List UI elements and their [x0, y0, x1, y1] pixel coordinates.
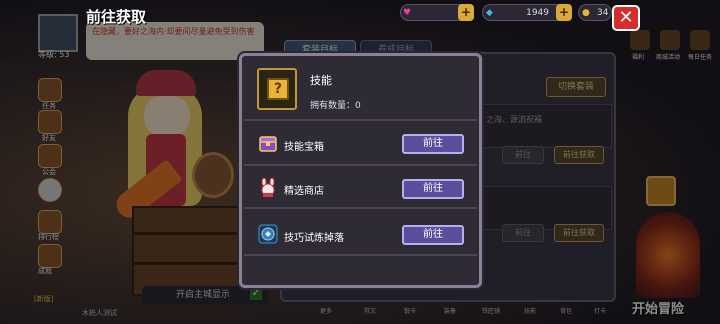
close-button[interactable]: ✕ [612, 5, 640, 31]
source-label-skill-trial: 技巧试炼掉落 [284, 233, 344, 244]
treasure-chest-icon [259, 136, 277, 152]
goto-select-shop-button[interactable]: 前往 [402, 179, 464, 199]
trial-orb-icon [258, 224, 278, 244]
gold-resource: ● 34 [578, 4, 612, 21]
skill-item-frame: ? [257, 68, 297, 110]
divider [244, 254, 477, 256]
diamond-resource: ◆ 1949 + [482, 4, 572, 21]
goto-skill-chest-button[interactable]: 前往 [402, 134, 464, 154]
goto-skill-trial-button[interactable]: 前往 [402, 225, 464, 245]
item-count: 拥有数量：0 [310, 101, 361, 111]
gold-coin-icon: ● [582, 8, 590, 18]
diamond-value: 1949 [526, 8, 549, 18]
rabbit-shop-icon [261, 178, 275, 197]
diamond-icon: ◆ [486, 8, 493, 18]
source-label-select-shop: 精选商店 [284, 186, 324, 197]
add-diamond-button[interactable]: + [556, 4, 572, 21]
divider [244, 207, 477, 209]
heart-resource: ♥ + [400, 4, 474, 21]
item-name: 技能 [310, 74, 332, 87]
source-label-skill-chest: 技能宝箱 [284, 142, 324, 153]
add-heart-button[interactable]: + [458, 4, 474, 21]
top-bar: 前往获取 ♥ + ◆ 1949 + ● 34 ✕ [0, 0, 720, 31]
divider [244, 164, 477, 166]
gold-value: 34 [597, 8, 609, 18]
question-mark-box-icon: ? [267, 78, 289, 100]
page-title: 前往获取 [86, 8, 147, 26]
heart-icon: ♥ [403, 8, 412, 18]
divider [244, 119, 477, 121]
